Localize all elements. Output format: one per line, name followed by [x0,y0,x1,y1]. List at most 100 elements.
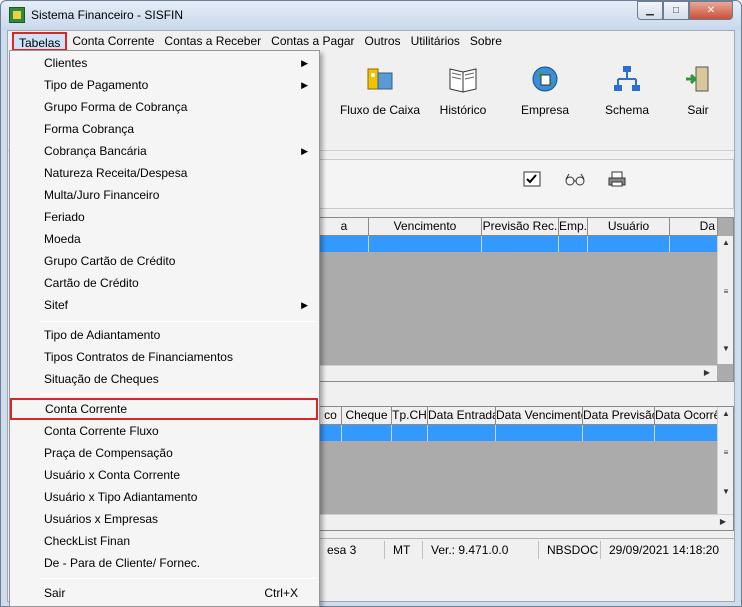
schema-button[interactable]: Schema [582,63,672,143]
vertical-scrollbar[interactable]: ▲ ≡ ▼ [717,407,733,514]
schema-icon [611,63,643,95]
menu-item-praca-de-compensacao[interactable]: Praça de Compensação [11,442,318,464]
table-cell [392,425,428,441]
column-header[interactable]: Usuário [588,218,670,235]
menu-utilitarios[interactable]: Utilitários [406,32,465,51]
column-header[interactable]: a [320,218,369,235]
column-header[interactable]: Previsão Rec. [482,218,559,235]
column-header[interactable]: Data Previsão [583,407,655,424]
table-row[interactable] [320,236,718,252]
menu-item-usuarios-x-empresas[interactable]: Usuários x Empresas [11,508,318,530]
menu-item-clientes[interactable]: Clientes ▶ [11,52,318,74]
maximize-icon: □ [672,5,680,16]
menu-outros[interactable]: Outros [360,32,406,51]
column-header[interactable]: co [320,407,342,424]
table-cell [583,425,655,441]
horizontal-scrollbar[interactable]: ▶ [320,365,717,381]
menu-item-feriado[interactable]: Feriado [11,206,318,228]
column-header[interactable]: Tp.CH [392,407,428,424]
menu-item-sitef[interactable]: Sitef ▶ [11,294,318,316]
scroll-down-icon[interactable]: ▼ [718,344,734,353]
menu-tabelas[interactable]: Tabelas [12,32,68,51]
menu-item-usuario-x-tipo-adiantamento[interactable]: Usuário x Tipo Adiantamento [11,486,318,508]
table-cell [369,236,482,252]
fluxo-de-caixa-button[interactable]: Fluxo de Caixa [335,63,425,143]
menu-separator [40,321,316,322]
scroll-down-icon[interactable]: ▼ [718,487,734,496]
scroll-right-icon[interactable]: ▶ [715,517,731,526]
menu-item-forma-cobranca[interactable]: Forma Cobrança [11,118,318,140]
maximize-button[interactable]: □ [663,1,689,20]
title-bar[interactable]: Sistema Financeiro - SISFIN ▁ □ ✕ [1,1,741,30]
table-cell [320,236,369,252]
empresa-button[interactable]: Empresa [500,63,590,143]
scroll-grip-icon[interactable]: ≡ [718,287,734,296]
sair-label: Sair [687,103,709,117]
menu-item-sair[interactable]: Sair Ctrl+X [11,582,318,604]
minimize-button[interactable]: ▁ [637,1,663,20]
column-header[interactable]: Data Ocorrê [655,407,718,424]
menu-item-tipo-de-pagamento[interactable]: Tipo de Pagamento ▶ [11,74,318,96]
vertical-scrollbar[interactable]: ▲ ≡ ▼ [717,236,733,364]
column-header[interactable]: Data Entrada [428,407,496,424]
menu-item-label: Sitef [44,298,69,312]
column-header[interactable]: Da [670,218,718,235]
close-icon: ✕ [706,5,716,16]
historico-button[interactable]: Histórico [418,63,508,143]
shortcut-label: Ctrl+X [264,586,298,600]
horizontal-scrollbar[interactable]: ▶ [320,514,733,530]
menu-item-usuario-x-conta-corrente[interactable]: Usuário x Conta Corrente [11,464,318,486]
printer-icon[interactable] [607,170,627,188]
column-header[interactable]: Emp. [559,218,588,235]
menu-item-cobranca-bancaria[interactable]: Cobrança Bancária ▶ [11,140,318,162]
table-cell [559,236,588,252]
menu-item-grupo-forma-de-cobranca[interactable]: Grupo Forma de Cobrança [11,96,318,118]
menu-item-label: Tipo de Pagamento [44,78,149,92]
minimize-icon: ▁ [646,5,654,16]
menu-contas-a-pagar[interactable]: Contas a Pagar [266,32,359,51]
table-cell [428,425,496,441]
menu-conta-corrente[interactable]: Conta Corrente [67,32,159,51]
cheques-grid[interactable]: co Cheque Tp.CH Data Entrada Data Vencim… [319,406,734,531]
menu-item-moeda[interactable]: Moeda [11,228,318,250]
table-row[interactable] [320,425,718,441]
column-header[interactable]: Cheque [342,407,392,424]
menu-item-tipos-contratos-de-financiamentos[interactable]: Tipos Contratos de Financiamentos [11,346,318,368]
submenu-arrow-icon: ▶ [301,58,308,68]
menu-item-situacao-de-cheques[interactable]: Situação de Cheques [11,368,318,390]
close-button[interactable]: ✕ [689,1,733,20]
menu-item-natureza-receita-despesa[interactable]: Natureza Receita/Despesa [11,162,318,184]
submenu-arrow-icon: ▶ [301,300,308,310]
menu-item-de-para-cliente-fornec[interactable]: De - Para de Cliente/ Fornec. [11,552,318,574]
menu-item-conta-corrente-fluxo[interactable]: Conta Corrente Fluxo [11,420,318,442]
scroll-right-icon[interactable]: ▶ [699,368,715,377]
column-header[interactable]: Data Vencimento [496,407,583,424]
table-cell [655,425,718,441]
checklist-icon[interactable] [522,170,542,188]
globe-icon [529,63,561,95]
menu-item-cartao-de-credito[interactable]: Cartão de Crédito [11,272,318,294]
menu-item-label: Sair [44,586,66,600]
exit-door-icon [682,63,714,95]
table-cell [496,425,583,441]
window-title: Sistema Financeiro - SISFIN [31,8,184,22]
window-controls: ▁ □ ✕ [637,1,733,21]
menu-item-label: Clientes [44,56,88,70]
scroll-up-icon[interactable]: ▲ [718,238,734,247]
scroll-up-icon[interactable]: ▲ [718,409,734,418]
menu-sobre[interactable]: Sobre [465,32,507,51]
glasses-icon[interactable] [565,170,585,188]
menu-item-grupo-cartao-de-credito[interactable]: Grupo Cartão de Crédito [11,250,318,272]
scroll-grip-icon[interactable]: ≡ [718,448,734,457]
menu-item-multa-juro-financeiro[interactable]: Multa/Juro Financeiro [11,184,318,206]
receivables-grid[interactable]: a Vencimento Previsão Rec. Emp. Usuário … [319,217,734,382]
action-panel [319,159,734,209]
empresa-label: Empresa [520,103,570,117]
sair-button[interactable]: Sair [663,63,733,143]
menu-contas-a-receber[interactable]: Contas a Receber [159,32,266,51]
menu-item-conta-corrente[interactable]: Conta Corrente [10,398,318,420]
menu-item-checklist-finan[interactable]: CheckList Finan [11,530,318,552]
status-datetime: 29/09/2021 14:18:20 [609,543,720,557]
menu-item-tipo-de-adiantamento[interactable]: Tipo de Adiantamento [11,324,318,346]
column-header[interactable]: Vencimento [369,218,482,235]
